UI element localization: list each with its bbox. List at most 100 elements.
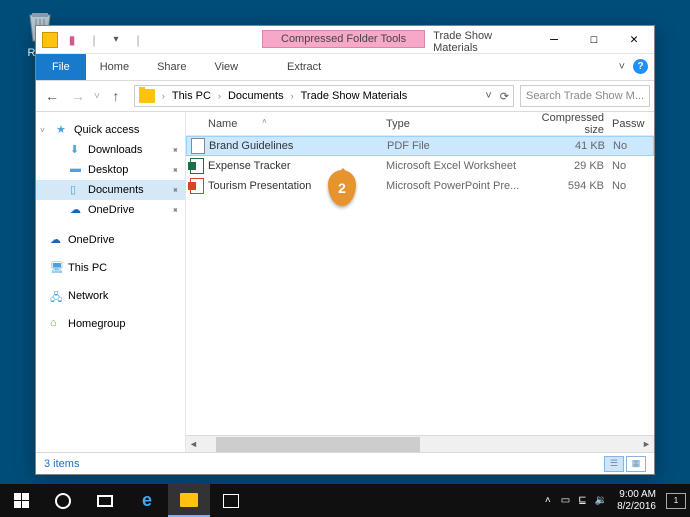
file-row[interactable]: Tourism Presentation Microsoft PowerPoin… bbox=[186, 176, 654, 196]
sidebar-network[interactable]: 🖧 Network bbox=[36, 286, 185, 306]
help-icon[interactable]: ? bbox=[633, 59, 648, 74]
ribbon-tabs: File Home Share View Extract ˅ ? bbox=[36, 54, 654, 81]
history-dropdown[interactable]: ˅ bbox=[92, 91, 102, 102]
status-bar: 3 items ☰ ▦ bbox=[36, 452, 654, 474]
sidebar-onedrive[interactable]: ☁ OneDrive bbox=[36, 230, 185, 250]
sidebar-item-onedrive[interactable]: ☁ OneDrive ✦ bbox=[36, 200, 185, 220]
sidebar-item-label: This PC bbox=[68, 262, 107, 274]
edge-icon: e bbox=[142, 490, 152, 511]
back-button[interactable]: ← bbox=[40, 84, 64, 108]
powerpoint-file-icon bbox=[190, 178, 204, 194]
system-tray: ˄ ▭ ⊑ 🔉 9:00 AM 8/2/2016 1 bbox=[545, 489, 690, 512]
file-row[interactable]: Expense Tracker Microsoft Excel Workshee… bbox=[186, 156, 654, 176]
chevron-down-icon[interactable]: ˅ bbox=[40, 126, 45, 135]
maximize-button[interactable]: ☐ bbox=[574, 26, 614, 53]
sidebar-item-label: Downloads bbox=[88, 144, 142, 156]
address-bar[interactable]: › This PC › Documents › Trade Show Mater… bbox=[134, 85, 514, 107]
address-dropdown[interactable]: ˅ bbox=[485, 90, 491, 102]
up-button[interactable]: ↑ bbox=[104, 84, 128, 108]
chevron-right-icon[interactable]: › bbox=[288, 91, 297, 101]
sidebar-item-documents[interactable]: ▯ Documents ✦ bbox=[36, 180, 185, 200]
qat-new-icon[interactable]: ▮ bbox=[62, 30, 82, 50]
documents-icon: ▯ bbox=[70, 183, 84, 197]
file-password: No bbox=[612, 180, 626, 192]
start-button[interactable] bbox=[0, 484, 42, 517]
search-placeholder: Search Trade Show M... bbox=[526, 90, 644, 102]
close-button[interactable]: ✕ bbox=[614, 26, 654, 53]
sidebar-this-pc[interactable]: 🖥 This PC bbox=[36, 258, 185, 278]
refresh-button[interactable]: ⟳ bbox=[500, 90, 509, 103]
details-view-button[interactable]: ☰ bbox=[604, 456, 624, 472]
navigation-pane: ˅ ★ Quick access ⬇ Downloads ✦ ▬ Desktop… bbox=[36, 112, 186, 452]
clock-date: 8/2/2016 bbox=[617, 501, 656, 513]
file-row[interactable]: Brand Guidelines PDF File 41 KB No bbox=[186, 136, 654, 156]
breadcrumb[interactable]: Trade Show Materials bbox=[297, 90, 412, 102]
qat-properties-icon[interactable] bbox=[40, 30, 60, 50]
file-type: Microsoft Excel Worksheet bbox=[386, 160, 526, 172]
action-center-button[interactable]: 1 bbox=[666, 493, 686, 509]
excel-file-icon bbox=[190, 158, 204, 174]
clock[interactable]: 9:00 AM 8/2/2016 bbox=[617, 489, 656, 512]
file-size: 29 KB bbox=[526, 160, 612, 172]
sidebar-item-downloads[interactable]: ⬇ Downloads ✦ bbox=[36, 140, 185, 160]
homegroup-icon: ⌂ bbox=[50, 317, 64, 331]
sidebar-item-label: Homegroup bbox=[68, 318, 125, 330]
network-icon: 🖧 bbox=[50, 289, 64, 303]
search-input[interactable]: Search Trade Show M... bbox=[520, 85, 650, 107]
windows-icon bbox=[14, 493, 29, 508]
cortana-button[interactable] bbox=[42, 484, 84, 517]
tray-overflow[interactable]: ˄ bbox=[545, 495, 551, 506]
scroll-left-icon[interactable]: ◄ bbox=[186, 439, 201, 449]
task-view-icon bbox=[97, 495, 113, 507]
sidebar-item-label: Quick access bbox=[74, 124, 139, 136]
star-icon: ★ bbox=[56, 123, 70, 137]
column-headers: Name˄ Type Compressed size Passw bbox=[186, 112, 654, 136]
column-name[interactable]: Name˄ bbox=[186, 118, 386, 130]
file-password: No bbox=[613, 140, 627, 152]
tab-home[interactable]: Home bbox=[86, 54, 143, 80]
taskbar-store[interactable] bbox=[210, 484, 252, 517]
pin-icon: ✦ bbox=[169, 163, 182, 176]
icons-view-button[interactable]: ▦ bbox=[626, 456, 646, 472]
sort-asc-icon: ˄ bbox=[262, 117, 267, 126]
column-password[interactable]: Passw bbox=[612, 118, 654, 130]
volume-icon[interactable]: 🔉 bbox=[595, 495, 607, 506]
network-icon[interactable]: ⊑ bbox=[578, 495, 586, 506]
taskbar-explorer[interactable] bbox=[168, 484, 210, 517]
scroll-track[interactable] bbox=[216, 437, 624, 452]
pin-icon: ✦ bbox=[169, 203, 182, 216]
chevron-right-icon[interactable]: › bbox=[159, 91, 168, 101]
forward-button[interactable]: → bbox=[66, 84, 90, 108]
breadcrumb[interactable]: This PC bbox=[168, 90, 215, 102]
tab-view[interactable]: View bbox=[200, 54, 252, 80]
sidebar-item-label: OneDrive bbox=[68, 234, 114, 246]
qat-customize[interactable]: ▾ bbox=[106, 30, 126, 50]
tab-share[interactable]: Share bbox=[143, 54, 200, 80]
taskbar: e ˄ ▭ ⊑ 🔉 9:00 AM 8/2/2016 1 bbox=[0, 484, 690, 517]
minimize-button[interactable]: — bbox=[534, 26, 574, 53]
horizontal-scrollbar[interactable]: ◄ ► bbox=[186, 435, 654, 452]
sidebar-item-desktop[interactable]: ▬ Desktop ✦ bbox=[36, 160, 185, 180]
sidebar-quick-access[interactable]: ˅ ★ Quick access bbox=[36, 120, 185, 140]
battery-icon[interactable]: ▭ bbox=[561, 495, 570, 506]
tab-extract[interactable]: Extract bbox=[273, 54, 335, 80]
file-type: PDF File bbox=[387, 140, 527, 152]
folder-icon bbox=[139, 89, 155, 103]
chevron-right-icon[interactable]: › bbox=[215, 91, 224, 101]
sidebar-item-label: OneDrive bbox=[88, 204, 134, 216]
tab-file[interactable]: File bbox=[36, 54, 86, 80]
sidebar-homegroup[interactable]: ⌂ Homegroup bbox=[36, 314, 185, 334]
ribbon-collapse[interactable]: ˅ bbox=[619, 61, 625, 73]
instruction-callout: 2 bbox=[328, 170, 356, 206]
column-type[interactable]: Type bbox=[386, 118, 526, 130]
scroll-right-icon[interactable]: ► bbox=[639, 439, 654, 449]
taskbar-edge[interactable]: e bbox=[126, 484, 168, 517]
pin-icon: ✦ bbox=[169, 183, 182, 196]
column-size[interactable]: Compressed size bbox=[526, 112, 612, 136]
file-name: Expense Tracker bbox=[208, 160, 386, 172]
file-list: Brand Guidelines PDF File 41 KB No Expen… bbox=[186, 136, 654, 435]
file-password: No bbox=[612, 160, 626, 172]
task-view-button[interactable] bbox=[84, 484, 126, 517]
scroll-thumb[interactable] bbox=[216, 437, 420, 452]
breadcrumb[interactable]: Documents bbox=[224, 90, 288, 102]
